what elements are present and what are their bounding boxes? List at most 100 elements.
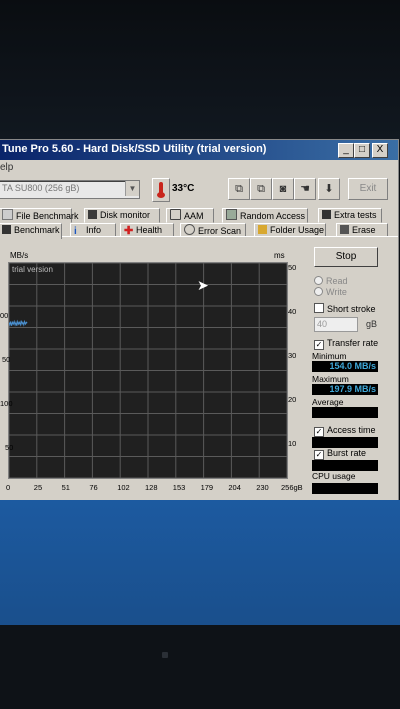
short-stroke-stepper[interactable]: 40 <box>314 317 358 332</box>
cpu-usage-label: CPU usage <box>312 471 356 481</box>
thermometer-icon <box>152 178 170 202</box>
tab-row-top: File Benchmark Disk monitor AAM Random A… <box>0 208 398 223</box>
y-right-tick: 40 <box>288 307 297 316</box>
transfer-rate-label: Transfer rate <box>327 338 379 348</box>
burst-rate-checkbox[interactable]: ✓ Burst rate <box>314 448 366 460</box>
screenshot-camera-icon[interactable]: ◙ <box>272 178 294 200</box>
x-tick-label: 51 <box>61 483 70 492</box>
maximize-button[interactable]: □ <box>354 143 370 158</box>
y-left-tick: 00 <box>0 311 9 320</box>
cpu-usage-value <box>312 483 378 494</box>
x-tick-label: 153 <box>172 483 186 492</box>
tab-label: Random Access <box>240 211 306 221</box>
burst-rate-label: Burst rate <box>327 448 367 458</box>
erase-icon <box>340 225 349 234</box>
speaker-icon <box>170 209 181 220</box>
extra-tests-icon <box>322 210 331 219</box>
short-stroke-unit: gB <box>366 319 378 329</box>
exit-button[interactable]: Exit <box>348 178 388 200</box>
app-window: Tune Pro 5.60 - Hard Disk/SSD Utility (t… <box>0 140 398 510</box>
x-tick-label: 230 <box>256 483 269 492</box>
read-radio[interactable]: Read <box>314 276 348 286</box>
folder-icon <box>258 225 267 234</box>
drive-select-value: TA SU800 (256 gB) <box>2 183 80 193</box>
radio-indicator <box>314 287 323 296</box>
tab-label: Benchmark <box>14 225 60 235</box>
burst-rate-value <box>312 460 378 471</box>
read-radio-label: Read <box>326 276 348 286</box>
y-right-tick: 10 <box>288 439 297 448</box>
power-led <box>162 652 168 658</box>
y-right-tick: 50 <box>288 263 297 272</box>
file-benchmark-icon <box>2 209 13 220</box>
tab-label: Error Scan <box>198 226 242 236</box>
benchmark-chart: trial version ➤ <box>8 262 288 479</box>
maximum-label: Maximum <box>312 374 349 384</box>
monitor-bezel-top <box>0 0 400 140</box>
menu-help[interactable]: elp <box>0 162 13 173</box>
access-time-value <box>312 437 378 448</box>
random-access-icon <box>226 209 237 220</box>
tab-label: Folder Usage <box>270 225 325 235</box>
write-radio[interactable]: Write <box>314 287 347 297</box>
y-left-tick: 50 <box>2 355 11 364</box>
x-tick-label: 102 <box>117 483 130 492</box>
y-left-tick: 50 <box>5 443 14 452</box>
x-tick-label: 128 <box>145 483 158 492</box>
x-tick-label: 76 <box>89 483 98 492</box>
tab-disk-monitor[interactable]: Disk monitor <box>84 208 160 223</box>
disk-monitor-icon <box>88 210 97 219</box>
write-radio-label: Write <box>326 287 347 297</box>
transfer-rate-checkbox[interactable]: ✓ Transfer rate <box>314 338 378 350</box>
access-time-label: Access time <box>327 425 376 435</box>
title-bar: Tune Pro 5.60 - Hard Disk/SSD Utility (t… <box>0 140 398 160</box>
y-right-tick: 30 <box>288 351 297 360</box>
tab-extra-tests[interactable]: Extra tests <box>318 208 382 223</box>
save-down-arrow-icon[interactable]: ⬇ <box>318 178 340 200</box>
stop-button[interactable]: Stop <box>314 247 378 267</box>
x-tick-label: 0 <box>6 483 11 492</box>
x-tick-label: 204 <box>228 483 241 492</box>
error-scan-icon <box>184 224 195 235</box>
monitor-bezel-bottom <box>0 625 400 709</box>
tab-label: AAM <box>184 211 204 221</box>
chart-watermark: trial version <box>12 265 53 274</box>
short-stroke-checkbox[interactable]: Short stroke <box>314 303 376 314</box>
x-tick-label: 25 <box>33 483 43 492</box>
y-left-tick: 100 <box>0 399 13 408</box>
tab-file-benchmark[interactable]: File Benchmark <box>0 208 79 223</box>
minimize-button[interactable]: _ <box>338 143 354 158</box>
tab-label: Disk monitor <box>100 210 151 220</box>
close-button[interactable]: X <box>372 143 388 158</box>
average-value <box>312 407 378 418</box>
tab-random-access[interactable]: Random Access <box>222 208 308 223</box>
minimum-value: 154.0 MB/s <box>312 361 378 372</box>
benchmark-panel: MB/s ms trial version ➤ 00 50 100 50 50 … <box>0 236 398 507</box>
read-series-line <box>9 319 28 327</box>
chevron-down-icon[interactable]: ▼ <box>125 181 139 196</box>
desktop-background <box>0 500 400 625</box>
drive-select[interactable]: TA SU800 (256 gB) ▼ <box>0 180 140 199</box>
health-cross-icon: ✚ <box>124 225 134 237</box>
short-stroke-label: Short stroke <box>327 304 376 314</box>
chart-plot <box>9 263 287 478</box>
tab-aam[interactable]: AAM <box>166 208 214 223</box>
tab-label: Info <box>86 225 102 235</box>
y-left-axis-label: MB/s <box>10 251 29 260</box>
tab-label: File Benchmark <box>16 211 79 221</box>
copy-info-icon[interactable]: ⧉ <box>228 178 250 200</box>
checkbox-checked: ✓ <box>314 450 324 460</box>
toolbar: TA SU800 (256 gB) ▼ 33°C ⧉ ⧉ ◙ ☚ ⬇ Exit <box>0 176 398 204</box>
x-tick-label: 179 <box>200 483 214 492</box>
tab-label: Erase <box>352 225 376 235</box>
tab-benchmark[interactable]: Benchmark <box>0 223 62 239</box>
checkbox-checked: ✓ <box>314 427 324 437</box>
tab-label: Extra tests <box>334 210 377 220</box>
copy-all-icon[interactable]: ⧉ <box>250 178 272 200</box>
benchmark-icon <box>2 225 11 234</box>
options-hand-icon[interactable]: ☚ <box>294 178 316 200</box>
y-right-tick: 20 <box>288 395 297 404</box>
access-time-checkbox[interactable]: ✓ Access time <box>314 425 376 437</box>
tab-label: Health <box>136 225 163 235</box>
mouse-cursor-icon: ➤ <box>197 277 209 293</box>
